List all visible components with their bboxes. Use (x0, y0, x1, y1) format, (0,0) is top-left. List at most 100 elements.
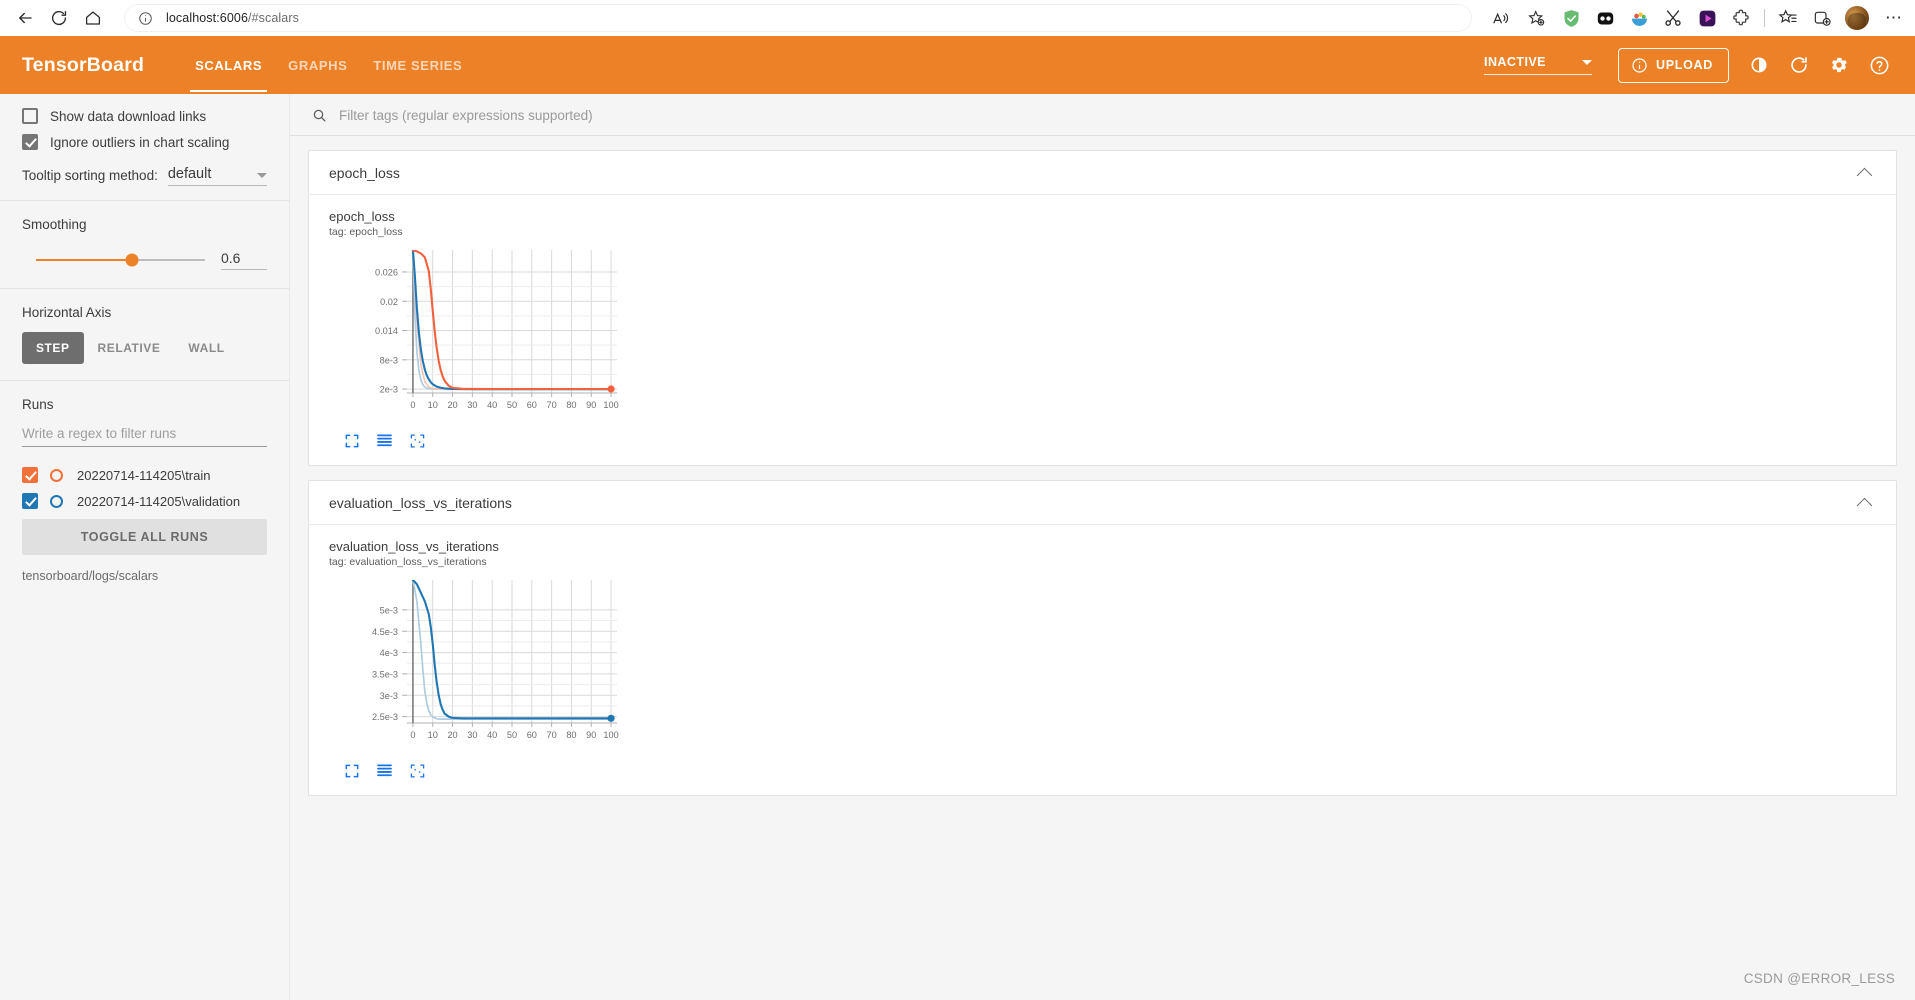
smoothing-slider-thumb[interactable] (125, 253, 139, 267)
haxis-wall-button[interactable]: WALL (174, 332, 238, 364)
expand-chart-icon[interactable] (343, 432, 360, 449)
chevron-up-icon[interactable] (1856, 497, 1873, 513)
show-download-links-label: Show data download links (50, 108, 207, 124)
svg-text:100: 100 (603, 400, 618, 410)
tooltip-sorting-select[interactable]: default (167, 166, 267, 186)
gear-icon[interactable] (1827, 53, 1851, 77)
add-tab-group-icon[interactable] (1811, 7, 1833, 29)
brightness-contrast-icon[interactable] (1747, 53, 1771, 77)
svg-text:50: 50 (507, 730, 517, 740)
chart-toolbar (343, 432, 1896, 449)
fit-domain-icon[interactable] (409, 432, 426, 449)
chart-area[interactable]: 2e-3 8e-3 0.014 0.02 0.026 0 10 20 30 40 50 60 70 80 9… (329, 244, 1896, 424)
data-table-icon[interactable] (376, 432, 393, 449)
svg-text:4.5e-3: 4.5e-3 (372, 627, 398, 637)
run-name: 20220714-114205\train (77, 467, 211, 483)
watermark: CSDN @ERROR_LESS (1743, 971, 1895, 986)
svg-text:0: 0 (410, 730, 415, 740)
runs-filter-input[interactable]: Write a regex to filter runs (22, 426, 267, 447)
horizontal-axis-label: Horizontal Axis (22, 305, 112, 320)
upload-button[interactable]: UPLOAD (1618, 47, 1729, 83)
card-body: epoch_loss tag: epoch_loss 2e-3 8e-3 0.014… (309, 195, 1896, 465)
fit-domain-icon[interactable] (409, 762, 426, 779)
tensorboard-logo[interactable]: TensorBoard (22, 54, 144, 77)
expand-chart-icon[interactable] (343, 762, 360, 779)
ignore-outliers-row[interactable]: Ignore outliers in chart scaling (22, 134, 267, 150)
ignore-outliers-checkbox[interactable] (22, 134, 38, 150)
chevron-down-icon (257, 173, 267, 178)
user-avatar[interactable] (1845, 6, 1869, 30)
toggle-all-runs-button[interactable]: TOGGLE ALL RUNS (22, 519, 267, 555)
puzzle-extension-icon[interactable] (1730, 7, 1752, 29)
back-button[interactable] (8, 3, 42, 33)
line-chart[interactable]: 2e-3 8e-3 0.014 0.02 0.026 0 10 20 30 40 50 60 70 80 9… (329, 244, 629, 419)
info-circle-icon[interactable] (136, 9, 154, 27)
dark-reader-icon[interactable] (1594, 7, 1616, 29)
tag-filter-bar[interactable]: Filter tags (regular expressions support… (290, 94, 1915, 136)
svg-text:40: 40 (487, 400, 497, 410)
extension-icons: ⋯ (1554, 6, 1907, 30)
chevron-up-icon[interactable] (1856, 167, 1873, 183)
main-content: Filter tags (regular expressions support… (290, 94, 1915, 1000)
favorite-star-add-icon[interactable] (1521, 3, 1551, 33)
settings-sidebar: Show data download links Ignore outliers… (0, 94, 290, 1000)
reload-button[interactable] (42, 3, 76, 33)
svg-text:60: 60 (527, 730, 537, 740)
run-color-circle[interactable] (50, 494, 63, 508)
adguard-shield-icon[interactable] (1560, 7, 1582, 29)
chart-toolbar (343, 762, 1896, 779)
run-name: 20220714-114205\validation (77, 493, 241, 509)
svg-text:0.026: 0.026 (375, 268, 398, 278)
show-download-links-row[interactable]: Show data download links (22, 108, 267, 124)
chart-area[interactable]: 2.5e-3 3e-3 3.5e-3 4e-3 4.5e-3 5e-3 0 10 20 30 40 5… (329, 574, 1896, 754)
reload-status-dropdown[interactable]: INACTIVE (1484, 55, 1593, 75)
toolbar-divider (1764, 9, 1765, 27)
svg-text:90: 90 (586, 400, 596, 410)
card-header[interactable]: evaluation_loss_vs_iterations (309, 481, 1896, 525)
address-bar-text: localhost:6006/#scalars (166, 11, 299, 25)
run-item-validation[interactable]: 20220714-114205\validation (22, 493, 267, 509)
svg-text:100: 100 (603, 730, 618, 740)
smoothing-value-input[interactable]: 0.6 (221, 250, 267, 270)
svg-text:0.02: 0.02 (380, 297, 398, 307)
address-bar[interactable]: localhost:6006/#scalars (124, 4, 1472, 32)
run-color-circle[interactable] (50, 468, 63, 482)
run-checkbox[interactable] (22, 493, 38, 509)
chart-options-section: Show data download links Ignore outliers… (0, 94, 289, 200)
svg-text:20: 20 (447, 400, 457, 410)
card-title: evaluation_loss_vs_iterations (329, 495, 512, 511)
show-download-links-checkbox[interactable] (22, 108, 38, 124)
ignore-outliers-label: Ignore outliers in chart scaling (50, 134, 230, 150)
haxis-relative-button[interactable]: RELATIVE (84, 332, 175, 364)
smoothing-slider[interactable] (36, 253, 205, 267)
tab-time-series[interactable]: TIME SERIES (360, 38, 475, 92)
haxis-step-button[interactable]: STEP (22, 332, 84, 364)
reload-status-label: INACTIVE (1484, 55, 1546, 69)
svg-text:90: 90 (586, 730, 596, 740)
media-player-icon[interactable] (1696, 7, 1718, 29)
bowl-icon[interactable] (1628, 7, 1650, 29)
more-horizontal-icon[interactable]: ⋯ (1881, 8, 1907, 28)
logdir-path: tensorboard/logs/scalars (22, 569, 159, 583)
scalar-card-epoch-loss: epoch_loss epoch_loss tag: epoch_loss 2e… (308, 150, 1897, 466)
svg-text:70: 70 (547, 400, 557, 410)
tab-scalars[interactable]: SCALARS (182, 38, 275, 92)
svg-text:5e-3: 5e-3 (380, 605, 398, 615)
line-chart[interactable]: 2.5e-3 3e-3 3.5e-3 4e-3 4.5e-3 5e-3 0 10 20 30 40 5… (329, 574, 629, 749)
upload-button-label: UPLOAD (1656, 58, 1713, 72)
favorites-list-icon[interactable] (1777, 7, 1799, 29)
svg-text:0.014: 0.014 (375, 326, 398, 336)
tag-filter-input[interactable]: Filter tags (regular expressions support… (339, 108, 593, 123)
card-header[interactable]: epoch_loss (309, 151, 1896, 195)
read-aloud-icon[interactable] (1485, 3, 1515, 33)
run-item-train[interactable]: 20220714-114205\train (22, 467, 267, 483)
tab-graphs[interactable]: GRAPHS (275, 38, 360, 92)
home-button[interactable] (76, 3, 110, 33)
scissors-icon[interactable] (1662, 7, 1684, 29)
help-circle-icon[interactable] (1867, 53, 1891, 77)
data-table-icon[interactable] (376, 762, 393, 779)
refresh-icon[interactable] (1787, 53, 1811, 77)
svg-text:80: 80 (566, 400, 576, 410)
run-checkbox[interactable] (22, 467, 38, 483)
svg-text:3e-3: 3e-3 (380, 691, 398, 701)
